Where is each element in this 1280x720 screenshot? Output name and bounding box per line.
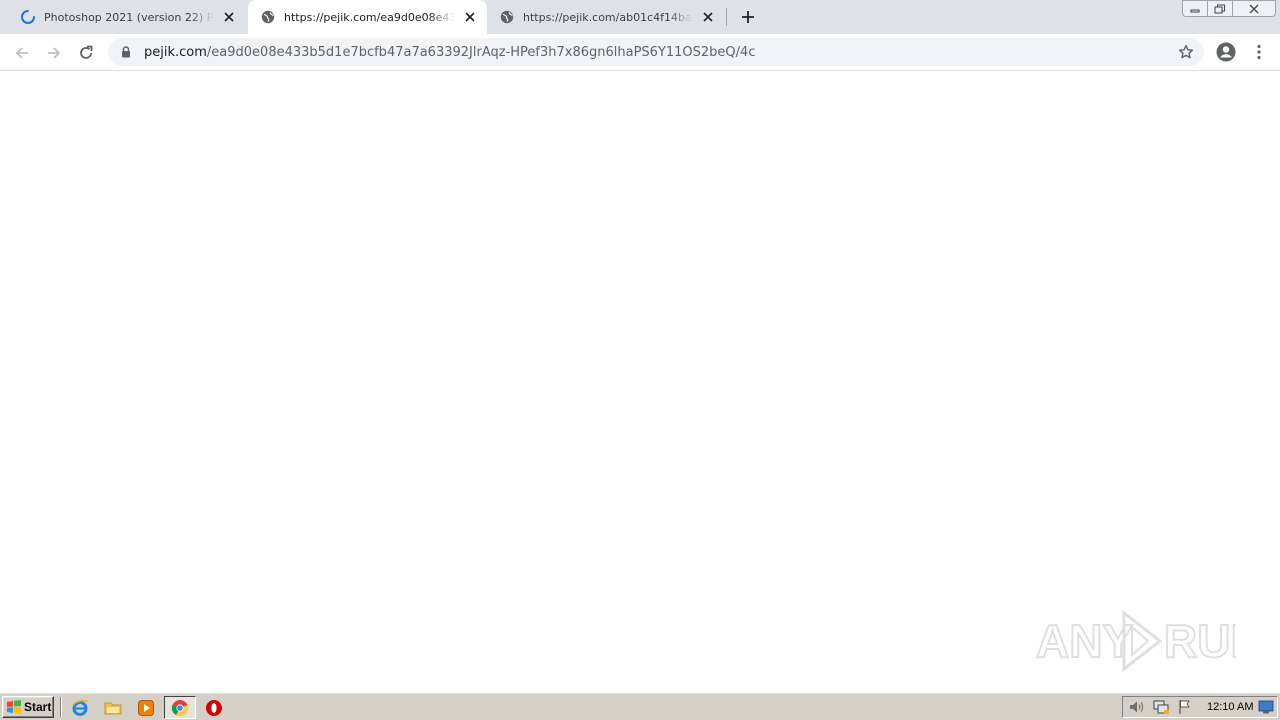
minimize-button[interactable] bbox=[1182, 0, 1208, 17]
page-content bbox=[0, 72, 1280, 692]
url-host: pejik.com bbox=[144, 44, 207, 60]
show-desktop-icon[interactable] bbox=[1258, 699, 1274, 715]
tab-separator bbox=[726, 8, 727, 26]
kebab-menu-icon[interactable] bbox=[1249, 40, 1269, 64]
media-player-icon[interactable] bbox=[136, 698, 156, 718]
close-window-icon bbox=[1249, 4, 1259, 13]
restore-icon bbox=[1214, 4, 1225, 13]
reload-button[interactable] bbox=[73, 40, 99, 66]
chrome-icon[interactable] bbox=[164, 696, 196, 719]
globe-icon bbox=[499, 9, 515, 25]
anyrun-watermark-logo: ANY RUN bbox=[1036, 609, 1236, 673]
system-tray: 12:10 AM bbox=[1122, 696, 1278, 718]
opera-icon[interactable] bbox=[204, 698, 224, 718]
start-button[interactable]: Start bbox=[2, 696, 54, 718]
window-controls bbox=[1182, 0, 1276, 18]
lock-icon[interactable] bbox=[120, 45, 132, 59]
windows-taskbar: Start 12:10 AM bbox=[0, 692, 1280, 720]
new-tab-button[interactable] bbox=[737, 6, 759, 28]
forward-button[interactable] bbox=[41, 40, 67, 66]
watermark-text-left: ANY bbox=[1036, 615, 1133, 667]
start-label: Start bbox=[24, 700, 52, 714]
tab-title: https://pejik.com/ea9d0e08e433b5d1e7bcfb… bbox=[284, 10, 455, 24]
network-icon[interactable] bbox=[1151, 698, 1171, 716]
tab-title: https://pejik.com/ab01c4f14ba552d bbox=[523, 10, 693, 24]
plus-icon bbox=[742, 11, 754, 23]
browser-toolbar: pejik.com/ea9d0e08e433b5d1e7bcfb47a7a633… bbox=[0, 34, 1280, 71]
tab-pejik-second[interactable]: https://pejik.com/ab01c4f14ba552d bbox=[487, 0, 725, 34]
bookmark-star-icon[interactable] bbox=[1176, 42, 1196, 62]
back-button[interactable] bbox=[9, 40, 35, 66]
globe-icon bbox=[260, 9, 276, 25]
close-tab-icon[interactable] bbox=[699, 8, 717, 26]
forward-arrow-icon bbox=[48, 47, 61, 59]
profile-avatar-icon[interactable] bbox=[1214, 40, 1238, 64]
windows-flag-icon bbox=[7, 700, 21, 714]
volume-icon[interactable] bbox=[1127, 698, 1147, 716]
tab-photoshop[interactable]: Photoshop 2021 (version 22) Patch With bbox=[8, 0, 246, 34]
tab-pejik-active[interactable]: https://pejik.com/ea9d0e08e433b5d1e7bcfb… bbox=[248, 0, 487, 34]
close-tab-icon[interactable] bbox=[461, 8, 479, 26]
action-center-flag-icon[interactable] bbox=[1175, 698, 1195, 716]
close-tab-icon[interactable] bbox=[220, 8, 238, 26]
close-window-button[interactable] bbox=[1232, 0, 1276, 17]
watermark-text-right: RUN bbox=[1164, 615, 1236, 667]
folder-icon[interactable] bbox=[103, 698, 123, 718]
tab-title: Photoshop 2021 (version 22) Patch With bbox=[44, 10, 214, 24]
loading-spinner-icon bbox=[20, 9, 36, 25]
minimize-icon bbox=[1190, 9, 1200, 12]
restore-button[interactable] bbox=[1207, 0, 1233, 17]
url-path: /ea9d0e08e433b5d1e7bcfb47a7a63392JlrAqz-… bbox=[206, 44, 756, 60]
reload-icon bbox=[80, 45, 93, 59]
address-bar[interactable]: pejik.com/ea9d0e08e433b5d1e7bcfb47a7a633… bbox=[108, 38, 1204, 66]
tab-strip: Photoshop 2021 (version 22) Patch With h… bbox=[0, 0, 1280, 34]
taskbar-separator bbox=[60, 697, 62, 717]
internet-explorer-icon[interactable] bbox=[70, 698, 90, 718]
url-text[interactable]: pejik.com/ea9d0e08e433b5d1e7bcfb47a7a633… bbox=[144, 45, 755, 60]
taskbar-clock[interactable]: 12:10 AM bbox=[1207, 701, 1253, 713]
back-arrow-icon bbox=[15, 47, 28, 59]
